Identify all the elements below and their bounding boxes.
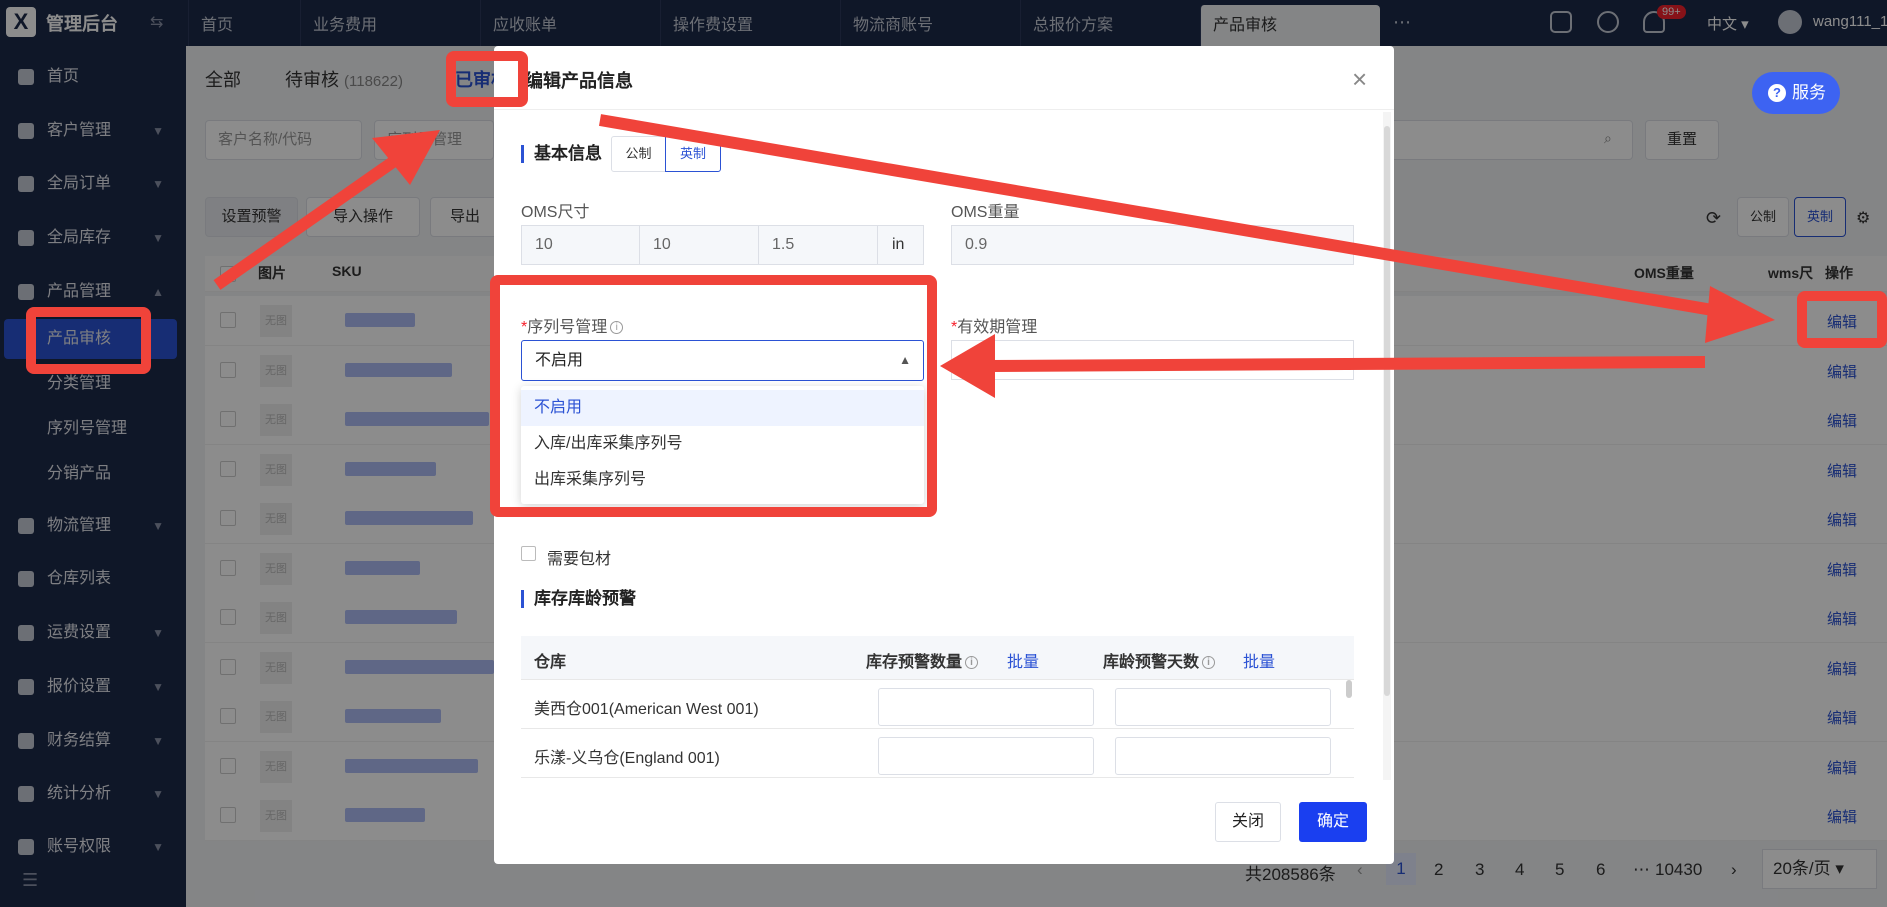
arrow-head-icon <box>940 334 995 398</box>
annotation-arrows <box>213 114 1775 398</box>
arrow-sidebar-to-tab <box>213 145 414 290</box>
arrow-head-icon <box>1705 286 1775 343</box>
arrow-tab-to-edit <box>598 114 1732 319</box>
arrow-edit-to-dropdown <box>989 356 1706 372</box>
